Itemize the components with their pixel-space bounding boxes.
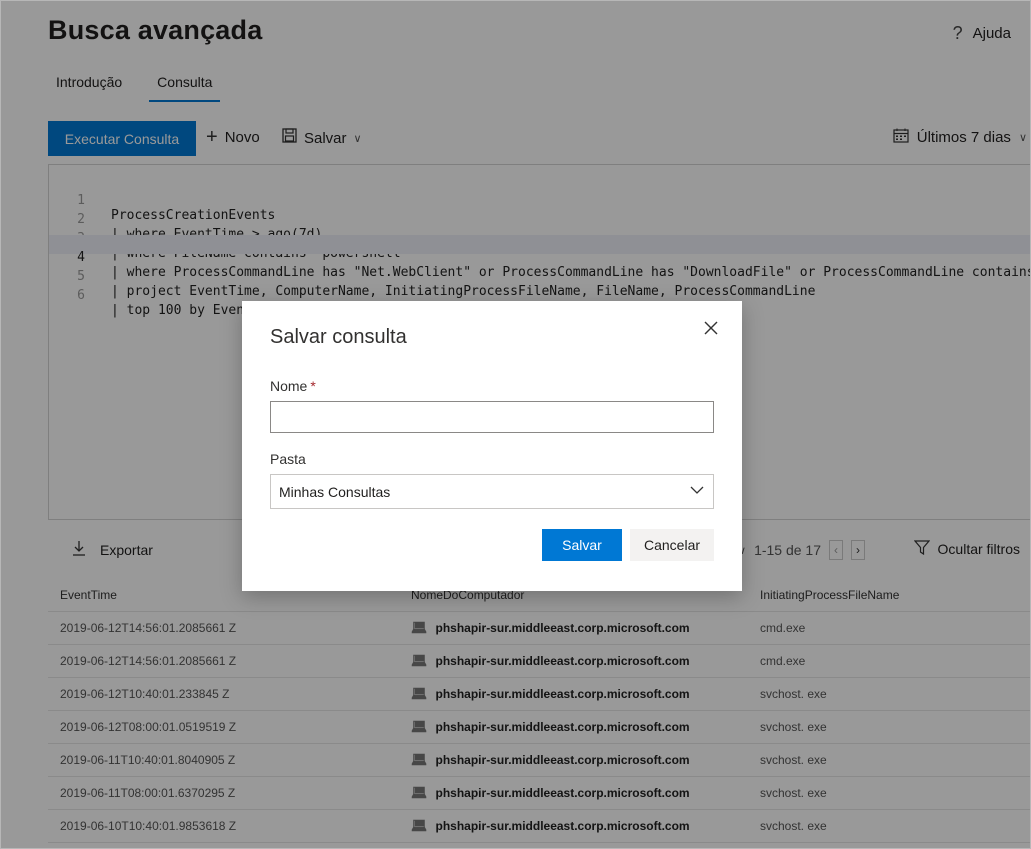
required-marker: * (310, 378, 316, 394)
folder-select-value: Minhas Consultas (279, 483, 391, 500)
close-icon[interactable] (700, 318, 722, 340)
save-button[interactable]: Salvar (542, 529, 622, 561)
dialog-title: Salvar consulta (270, 326, 407, 348)
query-name-input[interactable] (270, 401, 714, 433)
cancel-button[interactable]: Cancelar (630, 529, 714, 561)
chevron-down-icon (689, 482, 705, 501)
app-frame: Busca avançada ? Ajuda Introdução Consul… (0, 0, 1031, 849)
folder-select[interactable]: Minhas Consultas (270, 474, 714, 509)
name-field-label: Nome * (270, 378, 316, 394)
save-query-dialog: Salvar consulta Nome * Pasta Minhas Consu… (242, 301, 742, 591)
folder-field-label: Pasta (270, 451, 306, 467)
name-label-text: Nome (270, 378, 308, 394)
